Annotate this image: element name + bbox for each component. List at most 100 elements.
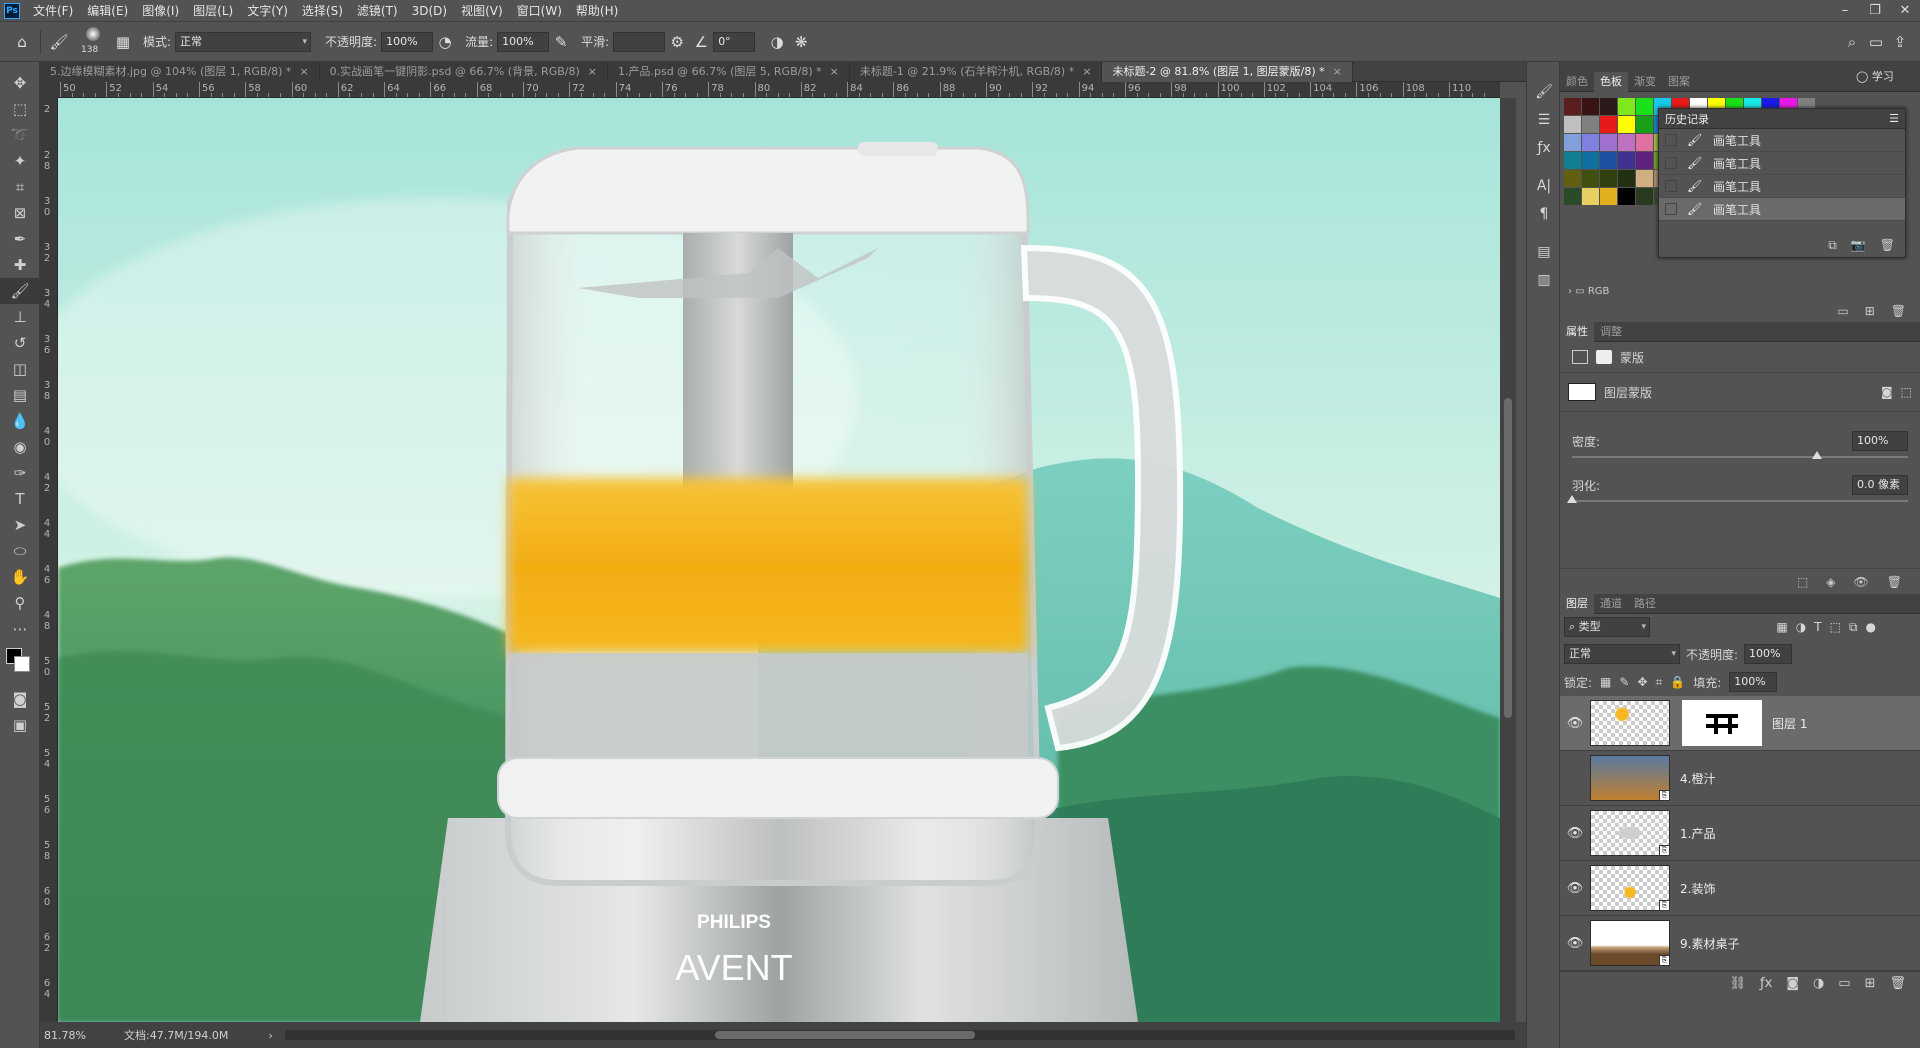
layer-name[interactable]: 2.装饰 (1680, 880, 1715, 897)
menu-item[interactable]: 滤镜(T) (350, 0, 405, 22)
smoothing-field[interactable] (613, 31, 666, 52)
scrollbar-thumb[interactable] (714, 1031, 975, 1039)
filter-smart-icon[interactable]: ⧉ (1849, 620, 1858, 635)
menu-item[interactable]: 帮助(H) (569, 0, 625, 22)
clone-stamp-tool-icon[interactable]: ⊥ (0, 304, 40, 330)
swatch[interactable] (1582, 98, 1599, 115)
status-expand-icon[interactable]: › (268, 1029, 272, 1042)
fx-icon[interactable]: ƒx (1527, 134, 1561, 162)
close-tab-icon[interactable]: × (1333, 65, 1342, 78)
menu-item[interactable]: 文字(Y) (240, 0, 295, 22)
libraries-icon[interactable]: ▤ (1527, 238, 1561, 266)
select-mask-icon[interactable]: ◙ (1881, 385, 1893, 399)
brush-tool-icon[interactable]: 🖌 (0, 278, 40, 304)
history-state[interactable]: 🖌 画笔工具 (1659, 152, 1905, 175)
magic-wand-tool-icon[interactable]: ✦ (0, 148, 40, 174)
trash-icon[interactable]: 🗑 (1887, 575, 1902, 589)
close-window-button[interactable]: ✕ (1890, 0, 1920, 22)
horizontal-ruler[interactable]: 50 52 54 56 58 60 62 64 66 68 70 72 74 76 78 80 82 84 86 88… (58, 82, 1500, 98)
lock-transparent-icon[interactable]: ▦ (1600, 675, 1611, 689)
notes-icon[interactable]: ▥ (1527, 266, 1561, 294)
more-tools-icon[interactable]: ⋯ (0, 616, 40, 642)
blur-tool-icon[interactable]: 💧 (0, 408, 40, 434)
zoom-tool-icon[interactable]: ⚲ (0, 590, 40, 616)
learn-button[interactable]: ◯ 学习 (1856, 68, 1894, 84)
color-panel-tab[interactable]: 渐变 (1628, 72, 1662, 92)
swatch[interactable] (1600, 98, 1617, 115)
visibility-icon[interactable]: 👁 (1854, 575, 1869, 589)
swatch[interactable] (1636, 116, 1653, 133)
swatch[interactable] (1582, 134, 1599, 151)
color-panel-tab[interactable]: 色板 (1594, 71, 1628, 92)
layers-panel-tab[interactable]: 通道 (1594, 594, 1628, 614)
crop-tool-icon[interactable]: ⌗ (0, 174, 40, 200)
lock-artboard-icon[interactable]: ⌗ (1656, 675, 1663, 690)
menu-item[interactable]: 3D(D) (405, 0, 454, 22)
layers-panel-tab[interactable]: 图层 (1560, 593, 1594, 614)
swatch[interactable] (1636, 152, 1653, 169)
menu-item[interactable]: 窗口(W) (510, 0, 569, 22)
feather-slider[interactable] (1567, 495, 1908, 503)
zoom-level[interactable]: 81.78% (44, 1029, 104, 1042)
color-panel-tab[interactable]: 图案 (1662, 72, 1696, 92)
visibility-eye-icon[interactable]: 👁 (1560, 826, 1590, 841)
maximize-button[interactable]: ❐ (1860, 0, 1890, 22)
swatch[interactable] (1636, 98, 1653, 115)
swatch[interactable] (1600, 188, 1617, 205)
quick-mask-icon[interactable]: ◙ (0, 686, 40, 712)
snapshot-icon[interactable]: 📷 (1851, 238, 1866, 253)
swatch[interactable] (1582, 170, 1599, 187)
swatch[interactable] (1600, 116, 1617, 133)
swatch[interactable] (1582, 188, 1599, 205)
swatch[interactable] (1636, 188, 1653, 205)
swatch[interactable] (1582, 152, 1599, 169)
brush-tool-icon[interactable]: 🖌 (47, 30, 71, 54)
path-selection-tool-icon[interactable]: ➤ (0, 512, 40, 538)
history-source-checkbox[interactable] (1665, 157, 1677, 169)
folder-icon[interactable]: ▭ (1837, 304, 1848, 318)
apply-vector-mask-icon[interactable]: ⬚ (1901, 385, 1912, 399)
opacity-field[interactable]: 100% (381, 31, 434, 52)
pressure-size-icon[interactable]: ◑ (765, 30, 789, 54)
close-tab-icon[interactable]: × (1082, 65, 1091, 78)
vector-mask-icon[interactable] (1596, 350, 1612, 364)
layer-opacity-field[interactable]: 100% (1744, 644, 1793, 664)
filter-pixel-icon[interactable]: ▦ (1776, 620, 1787, 634)
move-tool-icon[interactable]: ✥ (0, 70, 40, 96)
apply-mask-icon[interactable]: ◈ (1826, 575, 1835, 589)
canvas-horizontal-scrollbar[interactable] (284, 1030, 1515, 1040)
menu-item[interactable]: 图层(L) (186, 0, 240, 22)
history-state[interactable]: 🖌 画笔工具 (1659, 175, 1905, 198)
swatch[interactable] (1564, 170, 1581, 187)
color-panel-tab[interactable]: 颜色 (1560, 72, 1594, 92)
screen-mode-icon[interactable]: ▣ (0, 712, 40, 738)
pressure-opacity-icon[interactable]: ◔ (433, 30, 457, 54)
properties-panel-tab[interactable]: 调整 (1594, 322, 1628, 342)
swatch[interactable] (1564, 152, 1581, 169)
swatch[interactable] (1564, 98, 1581, 115)
slider-knob[interactable] (1812, 451, 1822, 459)
marquee-tool-icon[interactable]: ⬚ (0, 96, 40, 122)
lock-pixels-icon[interactable]: ✎ (1619, 675, 1629, 689)
history-state[interactable]: 🖌 画笔工具 (1659, 198, 1905, 221)
new-document-from-state-icon[interactable]: ⧉ (1828, 238, 1837, 253)
layer-name[interactable]: 1.产品 (1680, 825, 1715, 842)
layer-mask-thumbnail[interactable] (1682, 700, 1762, 746)
swatch[interactable] (1618, 188, 1635, 205)
filter-toggle-icon[interactable]: ● (1866, 620, 1876, 634)
layer-row[interactable]: 👁 ⎘ 2.装饰 (1560, 861, 1920, 916)
document-tab[interactable]: 0.实战画笔一键阴影.psd @ 66.7% (背景, RGB/8) × (319, 62, 608, 82)
eyedropper-tool-icon[interactable]: ✒ (0, 226, 40, 252)
pen-tool-icon[interactable]: ✑ (0, 460, 40, 486)
lasso-tool-icon[interactable]: ➰ (0, 122, 40, 148)
share-icon[interactable]: ⇪ (1888, 30, 1912, 54)
swatch[interactable] (1636, 170, 1653, 187)
visibility-eye-icon[interactable]: 👁 (1560, 881, 1590, 896)
swatch-folder[interactable]: › ▭ RGB (1568, 286, 1609, 297)
symmetry-icon[interactable]: ❋ (789, 30, 813, 54)
layer-row[interactable]: 👁 ⎘ 1.产品 (1560, 806, 1920, 861)
visibility-eye-icon[interactable]: 👁 (1560, 716, 1590, 731)
layer-filter-select[interactable]: ⌕ 类型 ▾ (1564, 617, 1650, 637)
gradient-tool-icon[interactable]: ▤ (0, 382, 40, 408)
search-icon[interactable]: ⌕ (1840, 30, 1864, 54)
